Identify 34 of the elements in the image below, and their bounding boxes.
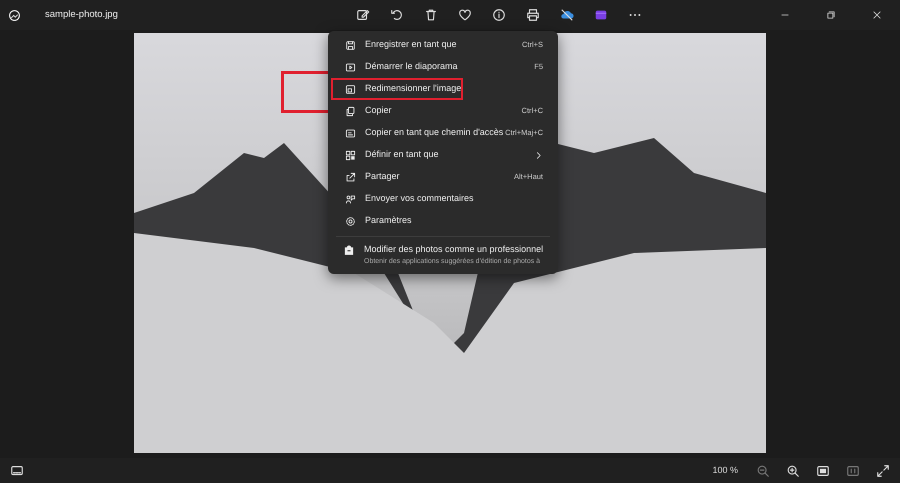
share-icon: [345, 172, 356, 182]
restore-icon: [826, 10, 836, 20]
heart-icon: [458, 8, 472, 22]
print-icon: [526, 8, 540, 22]
settings-icon: [345, 216, 356, 226]
rotate-icon: [390, 8, 404, 22]
promo-title[interactable]: Modifier des photos comme un professionnel: [364, 243, 544, 256]
menu-item[interactable]: Définir en tant que: [331, 144, 555, 166]
cloud-icon: [560, 8, 574, 22]
resize-icon: [345, 84, 356, 94]
store-icon: [343, 244, 355, 256]
video-editor-icon: [594, 8, 608, 22]
path-icon: [345, 128, 356, 138]
menu-item[interactable]: Redimensionner l'image: [331, 78, 463, 100]
zoom-out-icon: [756, 464, 770, 478]
filmstrip-icon: [10, 464, 24, 478]
window-title: sample-photo.jpg: [45, 8, 118, 22]
slideshow-icon: [345, 62, 356, 72]
fit-icon: [816, 464, 830, 478]
photos-app-icon: [8, 8, 21, 22]
edit-icon: [356, 8, 370, 22]
info-icon: [492, 8, 506, 22]
actual-size-icon: [846, 464, 860, 478]
feedback-icon: [345, 194, 356, 204]
fullscreen-icon: [876, 464, 890, 478]
save-icon: [345, 40, 356, 50]
zoom-level: 100 %: [712, 464, 738, 477]
menu-item[interactable]: Envoyer vos commentaires: [331, 188, 555, 210]
zoom-in-icon: [786, 464, 800, 478]
copy-icon: [345, 106, 356, 116]
close-icon: [872, 10, 882, 20]
set-as-icon: [345, 150, 356, 160]
menu-item[interactable]: Paramètres: [331, 210, 555, 232]
trash-icon: [424, 8, 438, 22]
